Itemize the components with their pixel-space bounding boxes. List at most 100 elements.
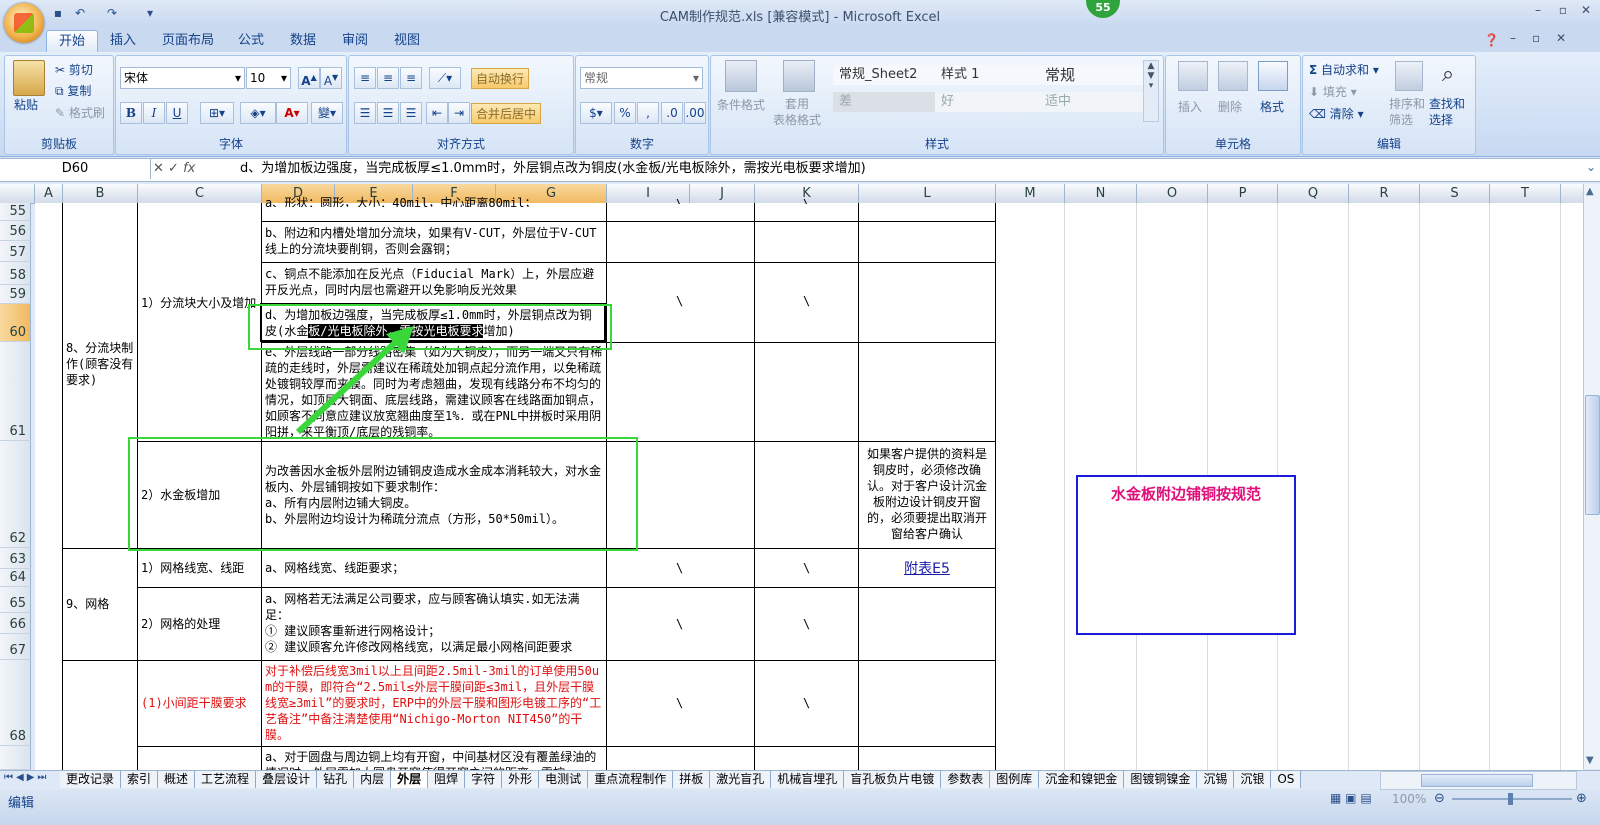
increase-decimal-icon[interactable]: .0 <box>661 102 683 124</box>
row-header[interactable]: 58 <box>0 262 31 285</box>
grow-font-icon[interactable]: A▲ <box>298 67 320 89</box>
cell-i55[interactable]: \ <box>676 196 683 204</box>
row-header[interactable]: 68 <box>0 660 31 746</box>
align-middle-icon[interactable]: ≡ <box>377 67 399 89</box>
autosum-button[interactable]: Σ 自动求和 ▾ <box>1309 61 1379 78</box>
align-top-icon[interactable]: ≡ <box>354 67 376 89</box>
sheet-tab[interactable]: 更改记录 <box>60 771 122 788</box>
style-bad[interactable]: 差 <box>833 92 937 112</box>
enter-icon[interactable]: ✓ <box>168 161 179 176</box>
minimize-icon[interactable]: – <box>1530 3 1546 19</box>
cell-d56[interactable]: b、附边和内槽处增加分流块，如果有V-CUT，外层位于V-CUT线上的分流块要削… <box>265 225 603 257</box>
row-header[interactable]: 65 <box>0 587 31 613</box>
border-icon[interactable]: ⊞▾ <box>200 102 234 124</box>
copy-button[interactable]: ⧉ 复制 <box>55 82 91 99</box>
sheet-tab[interactable]: 沉锡 <box>1197 771 1235 788</box>
column-header[interactable]: A <box>35 184 63 203</box>
tab-insert[interactable]: 插入 <box>98 30 148 52</box>
function-icon[interactable]: fx <box>183 161 195 176</box>
sheet-tab[interactable]: 外形 <box>502 771 540 788</box>
align-center-icon[interactable]: ☰ <box>377 102 399 124</box>
cancel-icon[interactable]: ✕ <box>153 161 164 176</box>
paste-button[interactable]: 粘贴 <box>14 96 38 113</box>
name-box[interactable]: D60 <box>0 159 151 179</box>
cell-d58[interactable]: c、铜点不能添加在反光点（Fiducial Mark）上，外层应避开反光点，同时… <box>265 266 603 298</box>
zoom-in-icon[interactable]: ⊕ <box>1576 791 1587 806</box>
cell-k-flow[interactable]: \ <box>803 293 810 309</box>
row-header[interactable]: 57 <box>0 241 31 262</box>
row-header[interactable]: 63 <box>0 548 31 569</box>
column-header[interactable]: J <box>690 184 755 203</box>
help-icon[interactable]: ❓ <box>1484 33 1499 47</box>
workbook-minimize-icon[interactable]: – <box>1510 31 1516 45</box>
font-size-select[interactable]: 10 ▾ <box>246 67 291 89</box>
cut-button[interactable]: ✂ 剪切 <box>55 61 93 78</box>
cell-d65[interactable]: a、网格若无法满足公司要求，应与顾客确认填实.如无法满足： ① 建议顾客重新进行… <box>265 591 603 655</box>
style-normal-sheet2[interactable]: 常规_Sheet2 <box>833 65 937 85</box>
column-header[interactable]: N <box>1065 184 1137 203</box>
tab-formulas[interactable]: 公式 <box>226 30 276 52</box>
fill-color-icon[interactable]: ◈▾ <box>240 102 276 124</box>
row-header[interactable]: 59 <box>0 285 31 304</box>
sheet-tab[interactable]: 图镀铜镍金 <box>1124 771 1198 788</box>
clear-button[interactable]: ⌫ 清除 ▾ <box>1309 105 1364 122</box>
align-bottom-icon[interactable]: ≡ <box>400 67 422 89</box>
cell-k63[interactable]: \ <box>803 560 810 576</box>
currency-icon[interactable]: $▾ <box>580 102 612 124</box>
office-button[interactable] <box>4 3 44 43</box>
insert-cells-button[interactable]: 插入 <box>1178 98 1202 115</box>
style-1[interactable]: 样式 1 <box>935 65 1039 85</box>
textbox-shape[interactable]: 水金板附边铺铜按规范 <box>1076 475 1296 635</box>
sheet-tab[interactable]: 激光盲孔 <box>710 771 772 788</box>
shrink-font-icon[interactable]: A▼ <box>320 67 342 89</box>
sheet-tab[interactable]: 拼板 <box>673 771 711 788</box>
increase-indent-icon[interactable]: ⇥ <box>448 102 470 124</box>
appendix-e5-link[interactable]: 附表E5 <box>862 558 992 578</box>
sheet-tab[interactable]: OS <box>1271 771 1302 788</box>
column-header[interactable]: B <box>63 184 138 203</box>
delete-cells-button[interactable]: 删除 <box>1218 98 1242 115</box>
decrease-indent-icon[interactable]: ⇤ <box>426 102 448 124</box>
scroll-up-icon[interactable]: ▲ <box>1586 186 1594 197</box>
sheet-tab[interactable]: 机械盲埋孔 <box>771 771 845 788</box>
cell-c-flow-size[interactable]: 1）分流块大小及增加 <box>141 295 259 311</box>
font-color-icon[interactable]: A▾ <box>276 102 308 124</box>
sheet-tab[interactable]: 电测试 <box>539 771 589 788</box>
row-header[interactable] <box>0 746 31 770</box>
sheet-tab[interactable]: 图例库 <box>990 771 1040 788</box>
cell-i63[interactable]: \ <box>676 560 683 576</box>
style-gallery-scroll[interactable]: ▲ ▼ ▾ <box>1143 60 1159 122</box>
cell-b-grid[interactable]: 9、网格 <box>66 596 134 612</box>
column-header[interactable]: R <box>1349 184 1420 203</box>
zoom-out-icon[interactable]: ⊖ <box>1434 791 1445 806</box>
tab-view[interactable]: 视图 <box>382 30 432 52</box>
sheet-tab[interactable]: 钻孔 <box>317 771 355 788</box>
font-name-select[interactable]: 宋体 ▾ <box>120 67 245 89</box>
zoom-slider-thumb[interactable] <box>1508 793 1513 805</box>
cell-c68[interactable]: (1)小间距干膜要求 <box>141 695 259 711</box>
view-buttons[interactable]: ▦ ▣ ▤ <box>1330 791 1372 805</box>
row-header[interactable]: 66 <box>0 613 31 634</box>
number-format-select[interactable]: 常规 ▾ <box>580 67 703 89</box>
column-header[interactable]: C <box>138 184 262 203</box>
tab-data[interactable]: 数据 <box>278 30 328 52</box>
decrease-decimal-icon[interactable]: .00 <box>684 102 706 124</box>
italic-icon[interactable]: I <box>143 102 165 124</box>
merge-center-button[interactable]: 合并后居中 <box>471 103 542 124</box>
cell-c63[interactable]: 1）网格线宽、线距 <box>141 560 259 576</box>
column-header[interactable]: M <box>996 184 1065 203</box>
column-header[interactable]: L <box>859 184 996 203</box>
cell-i-flow[interactable]: \ <box>676 293 683 309</box>
sheet-tab[interactable]: 盲孔板负片电镀 <box>844 771 942 788</box>
column-header[interactable]: Q <box>1278 184 1349 203</box>
close-icon[interactable]: ✕ <box>1578 3 1594 19</box>
sheet-tab[interactable]: 沉金和镍钯金 <box>1039 771 1125 788</box>
comma-icon[interactable]: , <box>637 102 659 124</box>
normal-view-icon[interactable]: ▦ <box>1330 791 1341 805</box>
cell-k65[interactable]: \ <box>803 616 810 632</box>
row-header[interactable]: 61 <box>0 342 31 441</box>
scroll-thumb[interactable] <box>1585 395 1600 515</box>
align-right-icon[interactable]: ☰ <box>400 102 422 124</box>
underline-icon[interactable]: U <box>166 102 188 124</box>
row-header[interactable]: 56 <box>0 221 31 241</box>
